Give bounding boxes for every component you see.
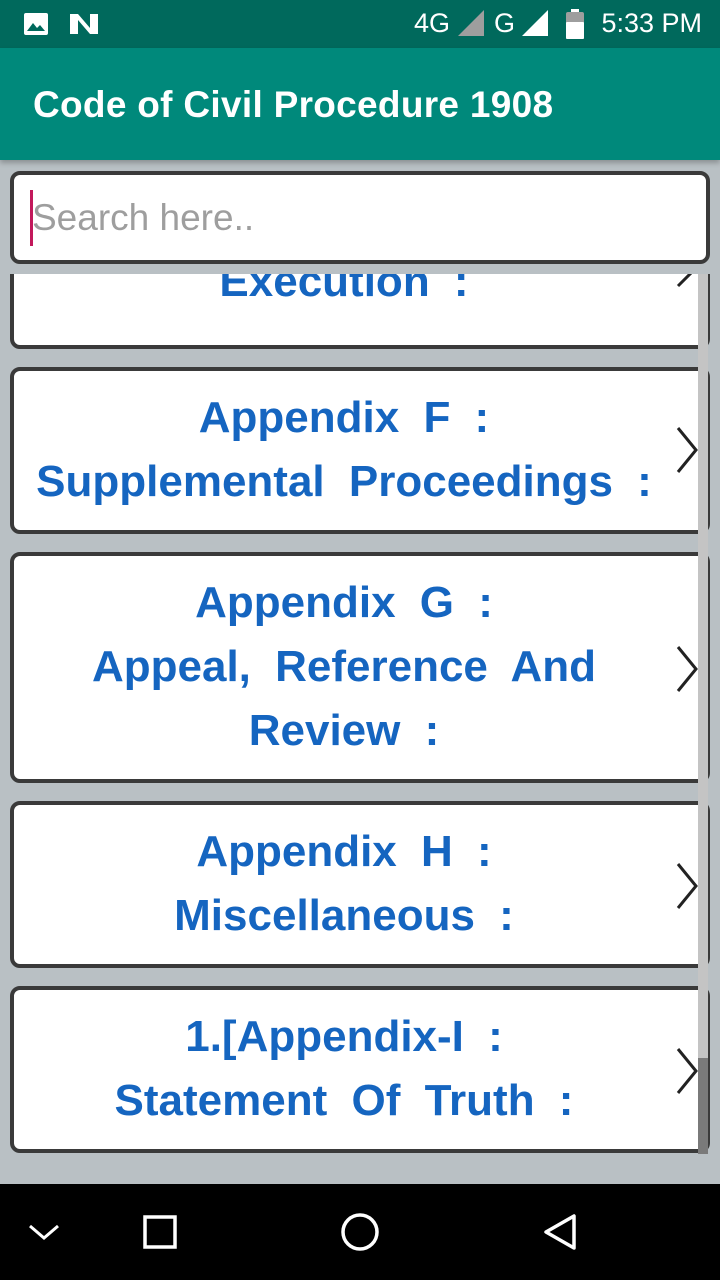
chevron-right-icon <box>676 863 698 909</box>
search-box[interactable] <box>10 171 710 264</box>
list-item[interactable]: Appendix G : Appeal, Reference And Revie… <box>10 552 710 783</box>
signal-icon <box>458 10 484 36</box>
chevron-right-icon <box>676 1048 698 1094</box>
list-item-line: Miscellaneous : <box>174 891 514 940</box>
signal-icon-2 <box>522 10 548 36</box>
hide-keyboard-button[interactable] <box>0 1184 94 1280</box>
battery-icon <box>566 9 584 39</box>
scrollbar-thumb[interactable] <box>698 1058 708 1154</box>
recents-button[interactable] <box>110 1184 210 1280</box>
network-type-4g: 4G <box>414 8 451 38</box>
list-item-line: Supplemental Proceedings : <box>36 457 652 506</box>
chapter-list[interactable]: Execution : Appendix F : Supplemental Pr… <box>0 274 720 1184</box>
image-icon <box>24 13 48 35</box>
notification-n-icon <box>70 14 98 34</box>
list-item-line: Review : <box>248 706 440 755</box>
chevron-right-icon <box>676 427 698 473</box>
home-button[interactable] <box>310 1184 410 1280</box>
list-item-line: Appeal, Reference And <box>91 642 597 691</box>
list-item-line: Appendix F : <box>198 393 490 442</box>
search-input[interactable] <box>32 187 672 249</box>
status-bar: 4G G 5:33 PM <box>0 0 720 48</box>
app-bar: Code of Civil Procedure 1908 <box>0 48 720 160</box>
list-item[interactable]: Execution : <box>10 274 710 349</box>
list-item[interactable]: 1.[Appendix-I : Statement Of Truth : <box>10 986 710 1153</box>
recents-icon <box>143 1215 177 1249</box>
list-item[interactable]: Appendix F : Supplemental Proceedings : <box>10 367 710 534</box>
list-item-line: Appendix H : <box>196 827 492 876</box>
back-button[interactable] <box>510 1184 610 1280</box>
chevron-right-icon <box>676 274 693 288</box>
back-icon <box>544 1214 576 1250</box>
list-item-line: Appendix G : <box>195 578 493 627</box>
network-type-g: G <box>494 8 516 38</box>
chevron-down-icon <box>29 1224 59 1240</box>
list-item[interactable]: Appendix H : Miscellaneous : <box>10 801 710 968</box>
list-item-line: 1.[Appendix-I : <box>185 1012 503 1061</box>
page-title: Code of Civil Procedure 1908 <box>33 84 554 125</box>
chevron-right-icon <box>676 646 698 692</box>
home-icon <box>341 1213 379 1251</box>
list-item-line: Execution : <box>219 274 469 306</box>
navigation-bar <box>0 1184 720 1280</box>
list-item-line: Statement Of Truth : <box>114 1076 574 1125</box>
scrollbar-track[interactable] <box>698 274 708 1154</box>
status-time: 5:33 PM <box>601 8 702 38</box>
